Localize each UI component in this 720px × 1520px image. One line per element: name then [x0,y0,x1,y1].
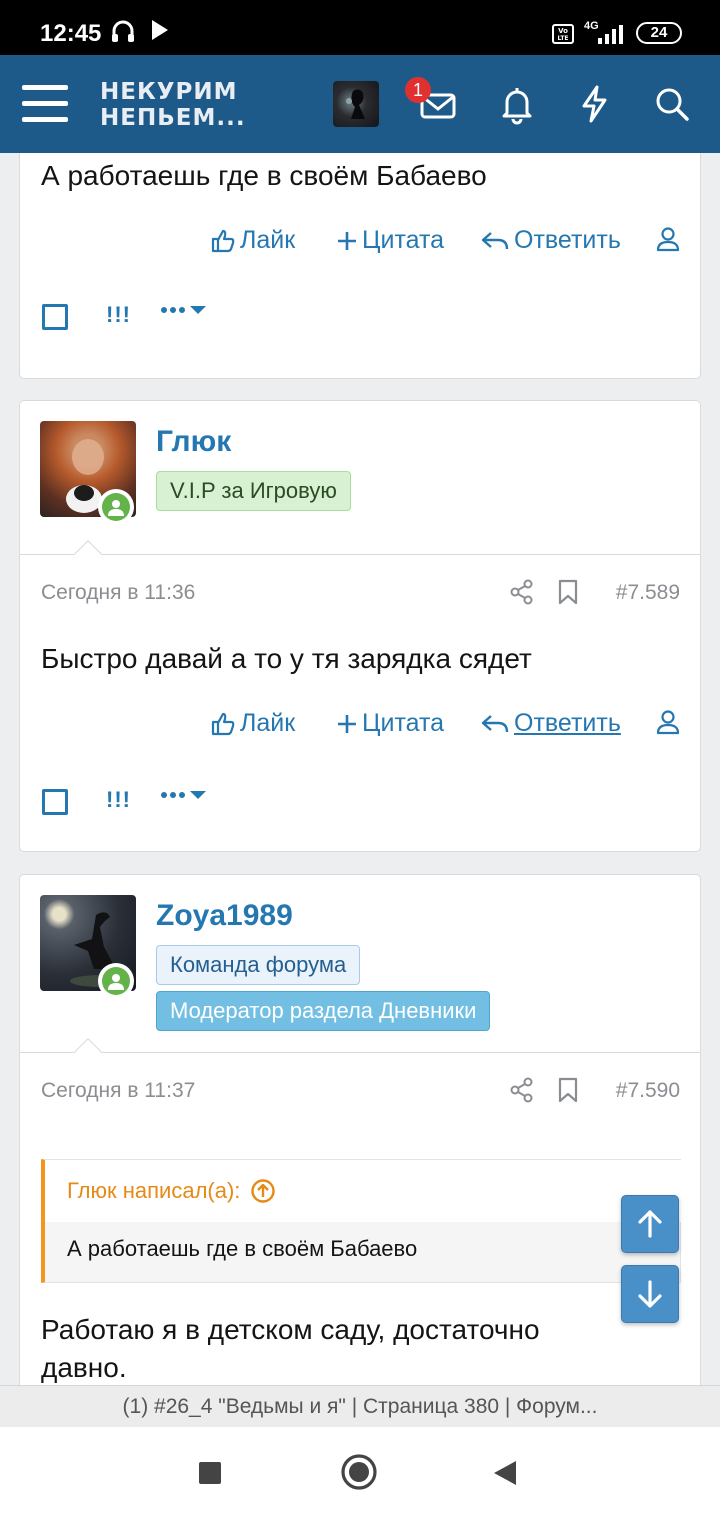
post-tools: !!! [20,787,700,829]
arrow-up-circle-icon [251,1179,276,1203]
bookmark-icon[interactable] [558,1077,578,1108]
quote-author-link[interactable]: Глюк написал(а): [67,1178,276,1204]
back-button[interactable] [492,1459,518,1492]
post-body: Работаю я в детском саду, достаточно дав… [41,1311,540,1385]
search-icon[interactable] [652,83,694,125]
thumbs-up-icon [211,712,235,735]
like-button[interactable]: Лайк [210,226,295,255]
more-menu-button[interactable] [160,300,208,326]
arrow-up-icon [638,1210,662,1238]
triangle-back-icon [494,1461,516,1485]
quote-block: Глюк написал(а): А работаешь где в своём… [41,1159,681,1283]
browser-title-bar[interactable]: (1) #26_4 "Ведьмы и я" | Страница 380 | … [0,1385,720,1427]
username[interactable]: Zoya1989 [156,899,293,933]
select-checkbox[interactable] [42,304,68,330]
post-actions: Лайк Цитата Ответить [20,226,700,266]
quote-label: Цитата [362,226,445,254]
signal-icon [596,24,624,51]
like-label: Лайк [240,226,296,254]
post-body-line-2: давно. [41,1352,127,1383]
logo-line-1: НЕКУРИМ [100,79,238,105]
svg-text:Vo: Vo [558,27,568,35]
logo-line-2: НЕПЬЕМ... [100,105,246,131]
post-date[interactable]: Сегодня в 11:37 [41,1079,195,1103]
post-actions: Лайк Цитата Ответить [20,709,700,749]
author-caret [70,1033,106,1053]
system-nav-bar [0,1427,720,1520]
reply-button[interactable]: Ответить [480,226,621,255]
post-tools: !!! [20,302,700,344]
multi-quote-button[interactable]: !!! [106,787,131,813]
online-status-icon [98,489,134,525]
lightning-icon[interactable] [574,83,616,125]
user-icon[interactable] [656,226,680,252]
post-date[interactable]: Сегодня в 11:36 [41,581,195,605]
page-title: (1) #26_4 "Ведьмы и я" | Страница 380 | … [122,1395,598,1418]
select-checkbox[interactable] [42,789,68,815]
bell-icon[interactable] [497,83,539,125]
inbox-badge: 1 [405,77,431,103]
post-number[interactable]: #7.590 [616,1079,680,1103]
bookmark-icon[interactable] [558,579,578,610]
user-avatar-button[interactable] [333,81,379,127]
scroll-down-button[interactable] [621,1265,679,1323]
user-role-badge: Модератор раздела Дневники [156,991,491,1031]
play-icon [150,18,170,47]
thread-content: А работаешь где в своём Бабаево Лайк Цит… [0,153,720,1385]
user-title-badge: V.I.P за Игровую [156,471,351,511]
share-icon[interactable] [510,1077,534,1108]
reply-icon [481,714,509,732]
status-bar: 12:45 Vo LTE 4G 24 [0,0,720,55]
multi-quote-button[interactable]: !!! [106,302,131,328]
post-card: Глюк V.I.P за Игровую Сегодня в 11:36 #7… [19,400,701,852]
app-header: НЕКУРИМ НЕПЬЕМ... 1 [0,55,720,153]
quote-button[interactable]: Цитата [336,709,444,738]
post-body-line-1: Работаю я в детском саду, достаточно [41,1314,540,1345]
post-card: А работаешь где в своём Бабаево Лайк Цит… [19,153,701,379]
reply-label: Ответить [514,709,621,737]
post-body: А работаешь где в своём Бабаево [41,160,487,191]
more-options-icon [161,306,206,314]
online-status-icon [98,963,134,999]
more-options-icon [161,791,206,799]
like-button[interactable]: Лайк [210,709,295,738]
user-group-badge: Команда форума [156,945,361,985]
username[interactable]: Глюк [156,425,231,459]
like-label: Лайк [240,709,296,737]
site-logo[interactable]: НЕКУРИМ НЕПЬЕМ... [100,79,246,131]
recents-button[interactable] [198,1461,222,1490]
battery-indicator: 24 [636,22,682,44]
plus-icon [338,231,356,250]
thumbs-up-icon [211,229,235,252]
reply-icon [481,231,509,249]
home-button[interactable] [340,1453,378,1496]
quote-button[interactable]: Цитата [336,226,444,255]
svg-text:LTE: LTE [557,35,568,42]
scroll-up-button[interactable] [621,1195,679,1253]
arrow-down-icon [638,1280,662,1308]
reply-button[interactable]: Ответить [480,709,621,738]
share-icon[interactable] [510,579,534,610]
square-icon [199,1462,221,1484]
quote-header: Глюк написал(а): [45,1160,681,1222]
post-card: Zoya1989 Команда форума Модератор раздел… [19,874,701,1385]
more-menu-button[interactable] [160,785,208,811]
reply-label: Ответить [514,226,621,254]
status-time: 12:45 [40,20,102,47]
post-body: Быстро давай а то у тя зарядка сядет [41,643,532,674]
quote-author: Глюк написал(а): [67,1178,241,1203]
quote-label: Цитата [362,709,445,737]
circle-icon [341,1454,377,1490]
post-number[interactable]: #7.589 [616,581,680,605]
plus-icon [338,714,356,733]
author-caret [70,535,106,555]
quote-text: А работаешь где в своём Бабаево [67,1236,418,1261]
user-icon[interactable] [656,709,680,735]
volte-icon: Vo LTE [552,24,574,49]
headphones-icon [110,18,136,49]
menu-icon[interactable] [22,85,68,125]
